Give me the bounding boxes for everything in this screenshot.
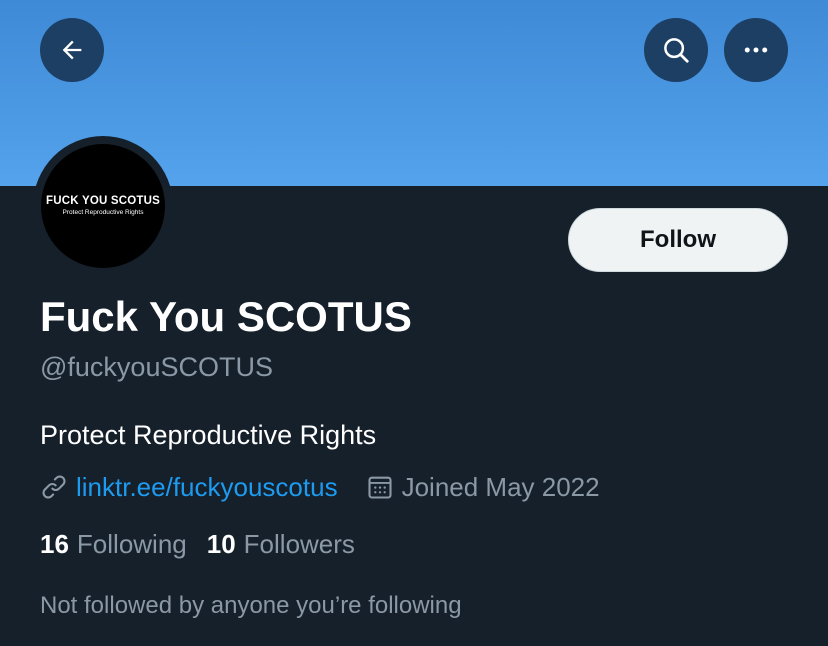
following-stat[interactable]: 16 Following bbox=[40, 527, 187, 561]
arrow-left-icon bbox=[62, 40, 82, 60]
followers-label: Followers bbox=[243, 529, 355, 559]
profile-meta: linktr.ee/fuckyouscotus Joined May 2022 bbox=[40, 470, 600, 504]
avatar-subtitle-text: Protect Reproductive Rights bbox=[62, 209, 144, 216]
avatar[interactable]: FUCK YOU SCOTUS Protect Reproductive Rig… bbox=[41, 144, 165, 268]
display-name: Fuck You SCOTUS bbox=[40, 293, 412, 340]
following-count: 16 bbox=[40, 529, 69, 559]
joined-date: Joined May 2022 bbox=[401, 472, 600, 502]
handle: @fuckyouSCOTUS bbox=[40, 352, 273, 382]
bio: Protect Reproductive Rights bbox=[40, 420, 377, 450]
followers-count: 10 bbox=[206, 529, 236, 559]
more-horizontal-icon bbox=[744, 47, 768, 53]
link-icon bbox=[40, 473, 68, 501]
search-icon bbox=[664, 38, 689, 63]
search-button[interactable] bbox=[644, 18, 708, 82]
follow-button[interactable]: Follow bbox=[568, 208, 788, 272]
followers-you-know-text: Not followed by anyone you’re following bbox=[40, 592, 462, 619]
followers-stat[interactable]: 10 Followers bbox=[207, 527, 355, 561]
avatar-title-text: FUCK YOU SCOTUS bbox=[46, 195, 160, 207]
profile-stats: 16 Following 10 Followers bbox=[40, 527, 355, 561]
following-label: Following bbox=[76, 529, 187, 559]
back-button[interactable] bbox=[40, 18, 104, 82]
profile-link[interactable]: linktr.ee/fuckyouscotus bbox=[76, 470, 338, 504]
more-button[interactable] bbox=[724, 18, 788, 82]
calendar-icon bbox=[366, 473, 394, 501]
